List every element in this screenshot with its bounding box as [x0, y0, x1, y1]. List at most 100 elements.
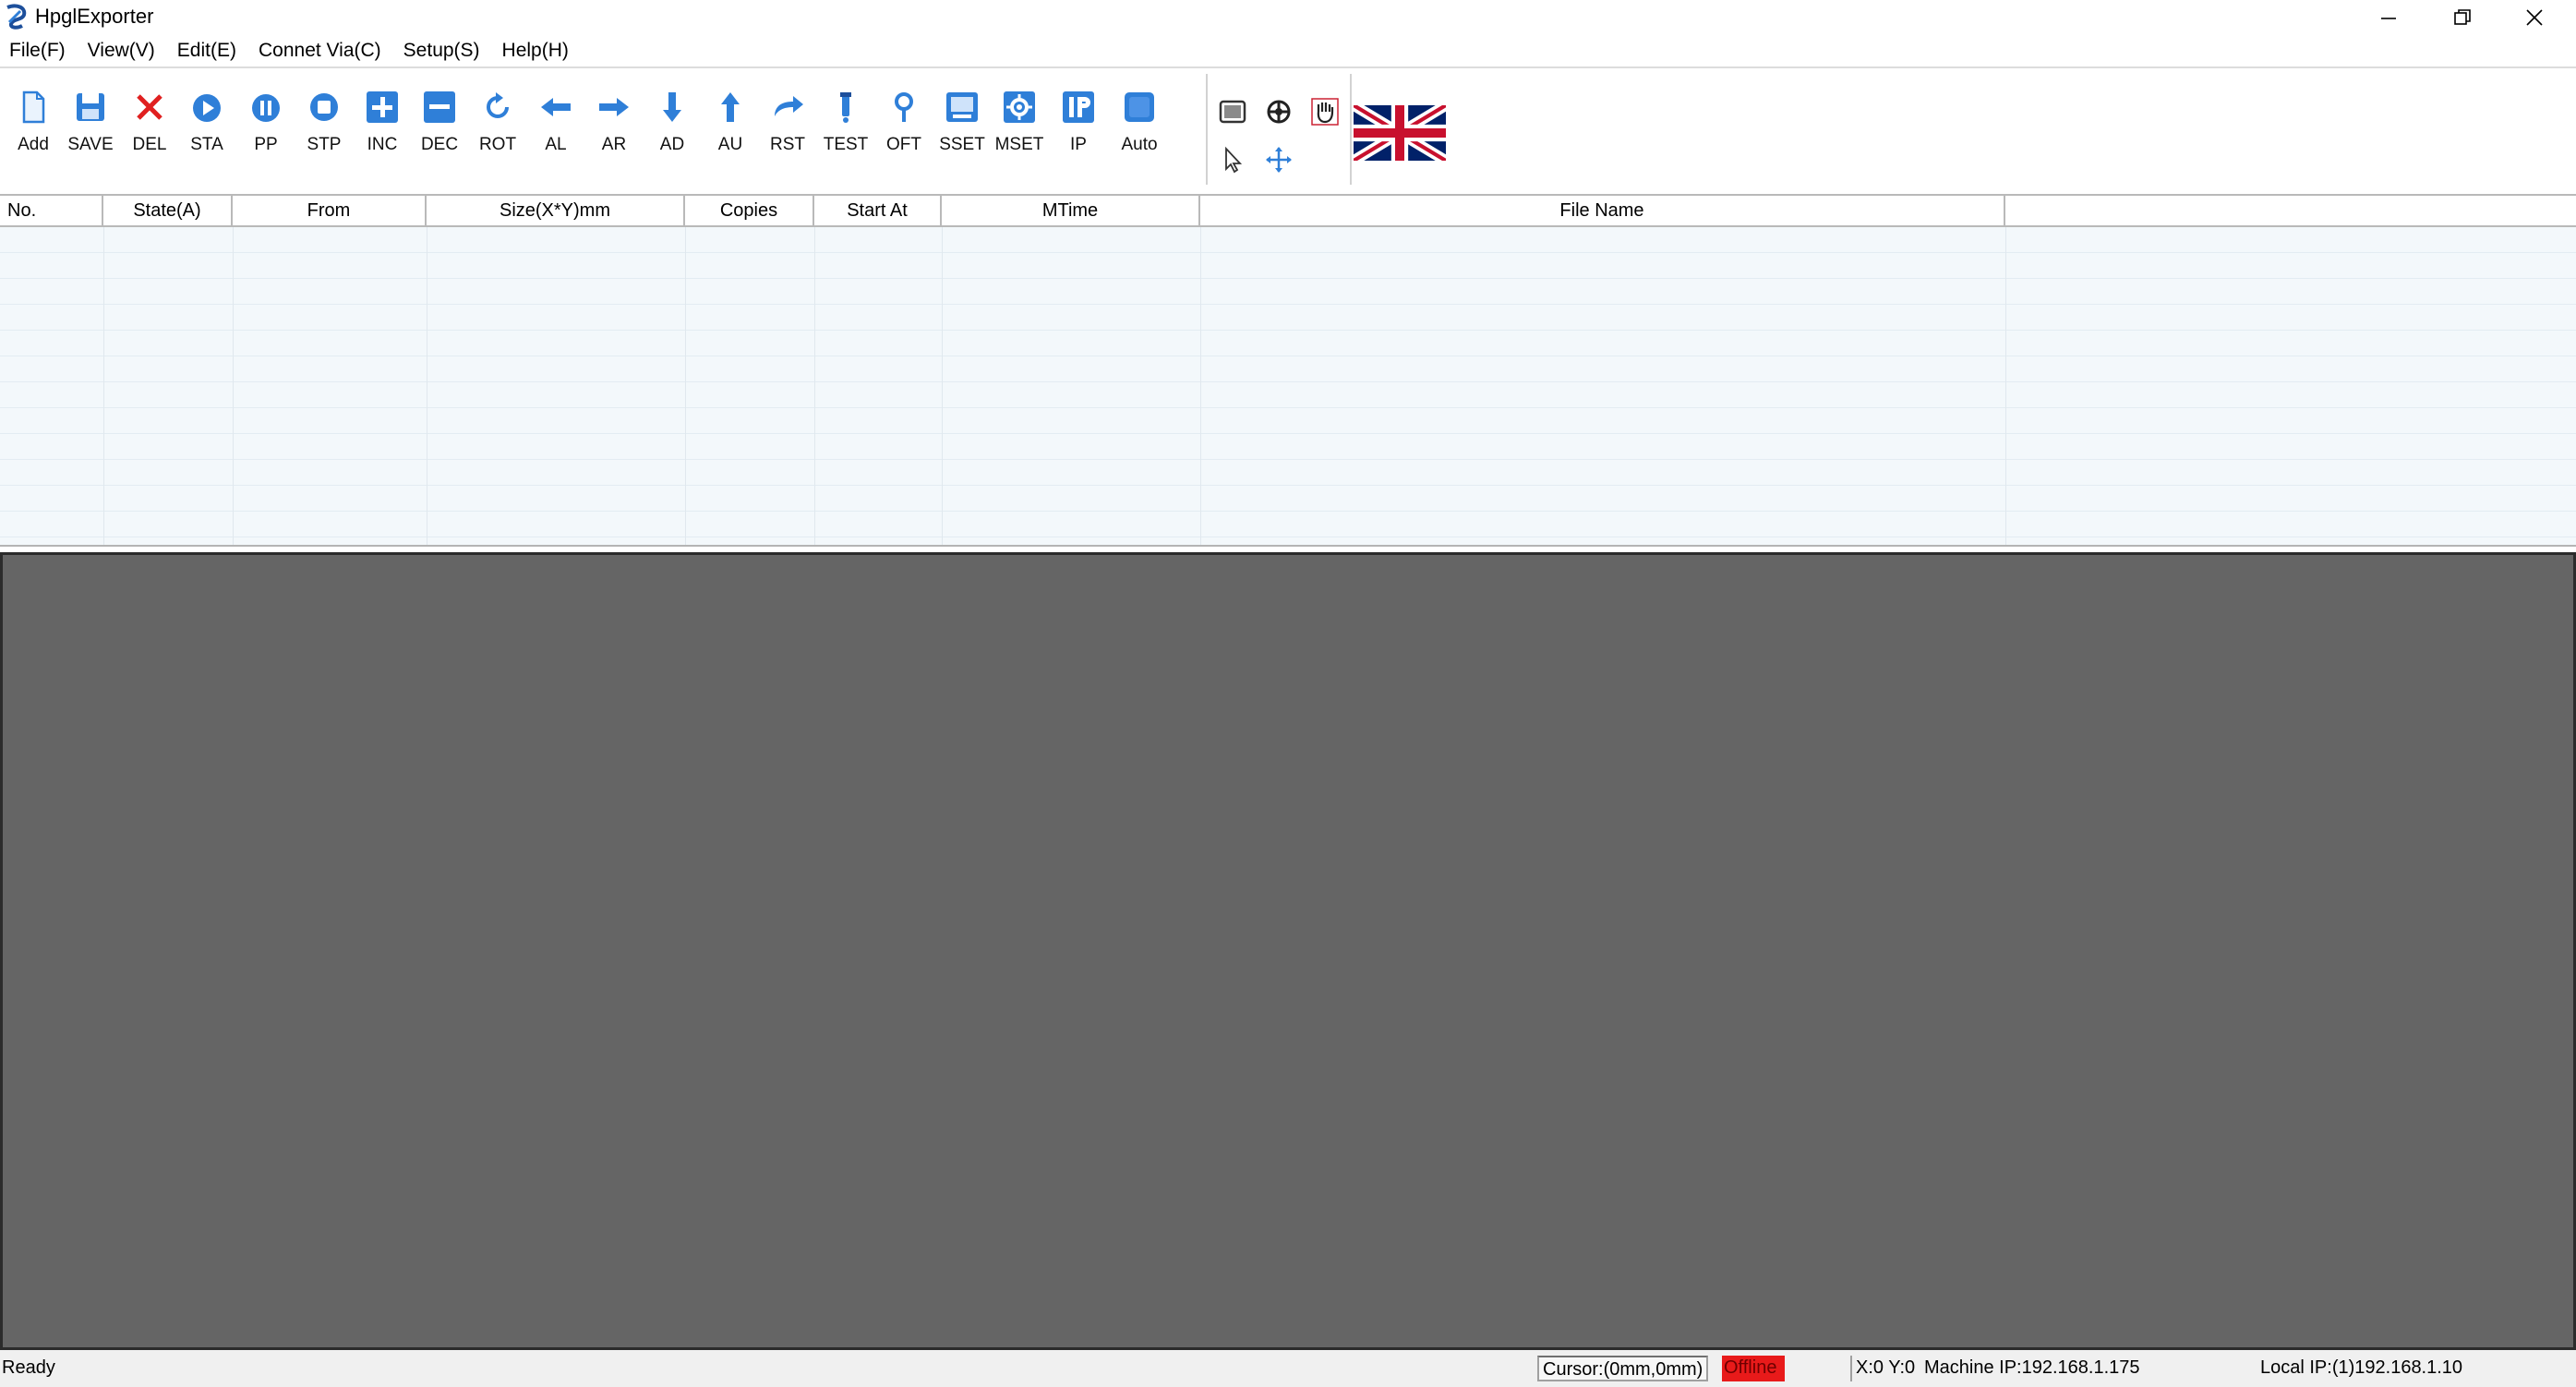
ip-icon: [1060, 89, 1097, 126]
status-cursor-position: Cursor:(0mm,0mm): [1537, 1356, 1709, 1381]
increase-button[interactable]: INC: [354, 89, 411, 163]
arrow-right-icon: [596, 89, 632, 126]
menu-bar: File(F) View(V) Edit(E) Connet Via(C) Se…: [0, 35, 2576, 66]
column-header-size[interactable]: Size(X*Y)mm: [427, 196, 685, 225]
move-cross-button[interactable]: [1261, 142, 1296, 177]
menu-file[interactable]: File(F): [2, 37, 73, 65]
reset-label: RST: [770, 135, 805, 154]
test-icon: [827, 89, 864, 126]
plus-icon: [364, 89, 401, 126]
rotate-icon: [479, 89, 516, 126]
preview-canvas[interactable]: [0, 552, 2576, 1350]
column-header-copies[interactable]: Copies: [685, 196, 814, 225]
app-logo-icon: [4, 4, 28, 30]
arrow-right-button[interactable]: AR: [585, 89, 643, 163]
toolbar-separator: [1206, 74, 1208, 185]
machine-settings-icon: [1001, 89, 1038, 126]
menu-edit[interactable]: Edit(E): [170, 37, 244, 65]
add-button[interactable]: Add: [5, 89, 62, 163]
column-divider: [233, 227, 234, 545]
toolbar-separator: [1350, 74, 1352, 185]
hand-pan-icon: [1311, 98, 1339, 126]
ip-label: IP: [1070, 135, 1087, 154]
save-button[interactable]: SAVE: [62, 89, 119, 163]
menu-help[interactable]: Help(H): [495, 37, 576, 65]
system-settings-label: SSET: [939, 135, 985, 154]
pause-button[interactable]: PP: [237, 89, 295, 163]
pointer-select-button[interactable]: [1215, 142, 1250, 177]
status-xy-coordinates: X:0 Y:0: [1850, 1356, 1915, 1381]
add-label: Add: [18, 135, 49, 154]
job-table[interactable]: No. State(A) From Size(X*Y)mm Copies Sta…: [0, 194, 2576, 547]
menu-setup[interactable]: Setup(S): [396, 37, 488, 65]
auto-label: Auto: [1121, 135, 1158, 154]
menu-view[interactable]: View(V): [80, 37, 163, 65]
arrow-up-icon: [712, 89, 749, 126]
auto-button[interactable]: Auto: [1111, 89, 1168, 163]
delete-button[interactable]: DEL: [121, 89, 178, 163]
minus-icon: [421, 89, 458, 126]
column-header-no[interactable]: No.: [0, 196, 103, 225]
menu-connect-via[interactable]: Connet Via(C): [251, 37, 389, 65]
column-divider: [814, 227, 815, 545]
column-header-state[interactable]: State(A): [103, 196, 233, 225]
column-header-mtime[interactable]: MTime: [942, 196, 1200, 225]
auto-icon: [1121, 89, 1158, 126]
arrow-down-button[interactable]: AD: [644, 89, 701, 163]
status-bar: Ready Cursor:(0mm,0mm) Offline X:0 Y:0 M…: [0, 1350, 2576, 1387]
zoom-target-icon: [1267, 100, 1291, 124]
status-machine-ip: Machine IP:192.168.1.175: [1924, 1357, 2140, 1378]
reset-icon: [769, 89, 806, 126]
fit-window-button[interactable]: [1215, 94, 1250, 129]
status-local-ip: Local IP:(1)192.168.1.10: [2260, 1357, 2463, 1378]
system-settings-icon: [944, 89, 981, 126]
stop-label: STP: [307, 135, 342, 154]
move-cross-icon: [1266, 147, 1292, 173]
start-label: STA: [190, 135, 223, 154]
zoom-target-button[interactable]: [1261, 94, 1296, 129]
arrow-left-icon: [537, 89, 574, 126]
close-button[interactable]: [2498, 0, 2570, 35]
decrease-button[interactable]: DEC: [411, 89, 468, 163]
title-bar: HpglExporter: [0, 0, 2576, 35]
stop-icon: [306, 89, 343, 126]
play-icon: [188, 89, 225, 126]
start-button[interactable]: STA: [178, 89, 235, 163]
restore-icon: [2454, 9, 2471, 25]
save-label: SAVE: [67, 135, 114, 154]
pointer-select-icon: [1225, 146, 1243, 174]
minimize-button[interactable]: [2353, 0, 2425, 35]
arrow-up-button[interactable]: AU: [702, 89, 759, 163]
arrow-left-button[interactable]: AL: [527, 89, 584, 163]
machine-settings-button[interactable]: MSET: [991, 89, 1048, 163]
status-connection-badge: Offline: [1722, 1356, 1785, 1381]
arrow-up-label: AU: [717, 135, 743, 154]
stop-button[interactable]: STP: [295, 89, 353, 163]
system-settings-button[interactable]: SSET: [933, 89, 991, 163]
rotate-label: ROT: [478, 135, 517, 154]
column-header-start-at[interactable]: Start At: [814, 196, 942, 225]
offset-label: OFT: [886, 135, 921, 154]
pause-icon: [247, 89, 284, 126]
test-button[interactable]: TEST: [817, 89, 874, 163]
arrow-left-label: AL: [545, 135, 567, 154]
ip-button[interactable]: IP: [1050, 89, 1107, 163]
hand-pan-button[interactable]: [1307, 94, 1342, 129]
column-divider: [942, 227, 943, 545]
uk-flag-icon[interactable]: [1354, 105, 1446, 161]
column-header-file-name[interactable]: File Name: [1200, 196, 2005, 225]
close-icon: [2526, 9, 2543, 26]
table-body: [0, 227, 2576, 545]
machine-settings-label: MSET: [994, 135, 1044, 154]
restore-button[interactable]: [2426, 0, 2498, 35]
increase-label: INC: [367, 135, 398, 154]
arrow-down-label: AD: [659, 135, 685, 154]
column-divider: [1200, 227, 1201, 545]
reset-button[interactable]: RST: [759, 89, 816, 163]
column-divider: [685, 227, 686, 545]
decrease-label: DEC: [420, 135, 459, 154]
arrow-right-label: AR: [601, 135, 627, 154]
rotate-button[interactable]: ROT: [469, 89, 526, 163]
offset-button[interactable]: OFT: [875, 89, 933, 163]
column-header-from[interactable]: From: [233, 196, 427, 225]
